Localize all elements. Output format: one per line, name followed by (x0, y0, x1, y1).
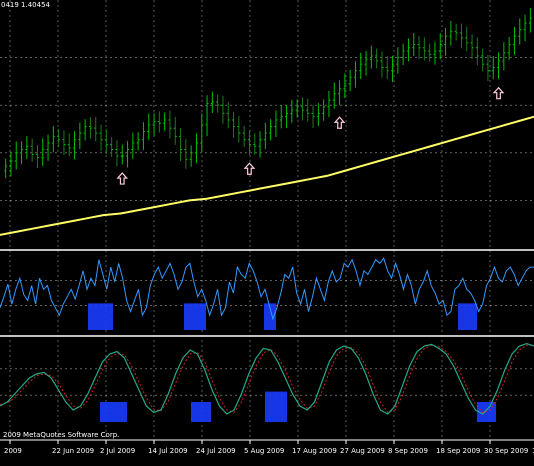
signal-box (88, 303, 113, 330)
x-axis-label: 5 Aug 2009 (244, 447, 284, 455)
signal-box (184, 303, 206, 330)
chart-canvas[interactable]: 2009 22 Jun 2009 2 Jul 2009 14 Jul 2009 24 J… (0, 0, 534, 462)
x-axis-label: 8 Sep 2009 (388, 447, 428, 455)
signal-box (191, 402, 211, 422)
x-axis-label: 2 Jul 2009 (100, 447, 135, 455)
signal-box (458, 303, 477, 330)
x-axis-label: 24 Jul 2009 (196, 447, 236, 455)
x-axis-label: 30 Sep 2009 (484, 447, 528, 455)
trading-chart[interactable]: 2009 22 Jun 2009 2 Jul 2009 14 Jul 2009 24 J… (0, 0, 534, 462)
signal-box (100, 402, 127, 422)
x-axis-label: 22 Jun 2009 (52, 447, 94, 455)
x-axis-label: 2009 (4, 447, 22, 455)
x-axis-label: 27 Aug 2009 (340, 447, 385, 455)
signal-box (265, 391, 287, 422)
x-axis-label: 17 Aug 2009 (292, 447, 337, 455)
x-axis-label: 18 Sep 2009 (436, 447, 480, 455)
symbol-info-label: 0419 1.40454 (1, 1, 50, 9)
x-axis-label: 14 Jul 2009 (148, 447, 188, 455)
copyright-label: 2009 MetaQuotes Software Corp. (3, 431, 120, 439)
